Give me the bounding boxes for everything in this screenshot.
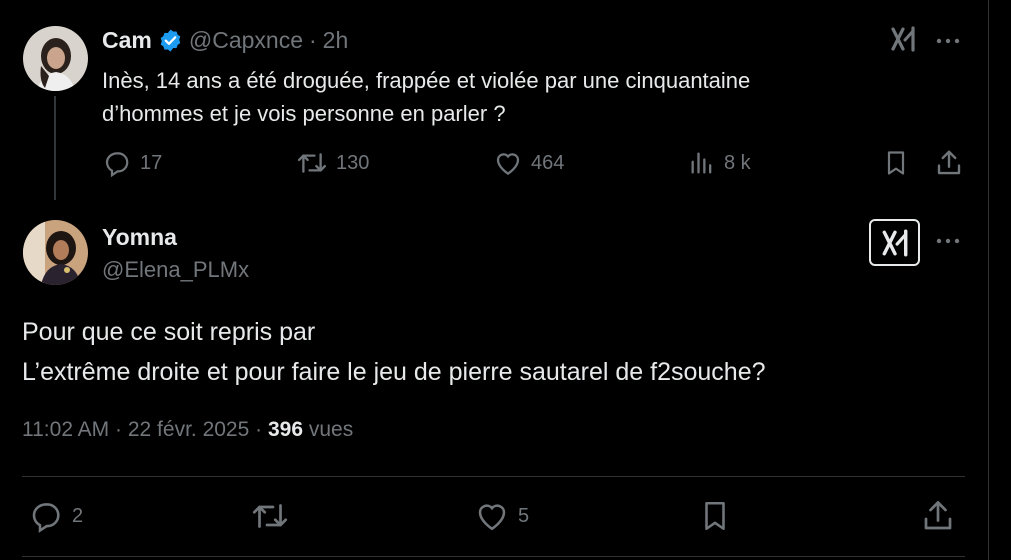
- reply-tweet-text: Pour que ce soit repris par L’extrême dr…: [22, 312, 962, 392]
- grok-icon[interactable]: [886, 24, 920, 54]
- date[interactable]: 22 févr. 2025: [128, 418, 249, 441]
- reply-button[interactable]: 2: [28, 498, 83, 534]
- more-icon[interactable]: [934, 229, 962, 257]
- views-count: 396: [267, 418, 304, 441]
- timestamp[interactable]: 2h: [323, 27, 349, 54]
- tweet-text-line: L’extrême droite et pour faire le jeu de…: [22, 358, 766, 386]
- divider: [22, 476, 965, 477]
- separator: ·: [308, 27, 317, 53]
- tweet-text-line: d’hommes et je vois personne en parler ?: [102, 101, 506, 126]
- parent-top-actions: [886, 24, 920, 54]
- more-icon[interactable]: [934, 29, 962, 57]
- like-count: 5: [518, 504, 530, 527]
- share-button[interactable]: [934, 148, 964, 178]
- reply-icon: [105, 152, 129, 178]
- tweet-meta: 11:02 AM · 22 févr. 2025 · 396 vues: [22, 418, 353, 442]
- views-icon: [691, 152, 712, 174]
- tweet-text-line: Pour que ce soit repris par: [22, 318, 316, 346]
- grok-icon[interactable]: [869, 219, 920, 266]
- bookmark-icon: [887, 151, 905, 175]
- handle[interactable]: @Elena_PLMx: [102, 257, 249, 283]
- display-name[interactable]: Cam: [102, 27, 152, 54]
- avatar-cam[interactable]: [23, 26, 88, 91]
- like-icon: [496, 153, 520, 175]
- reply-count: 17: [140, 151, 163, 174]
- repost-button[interactable]: 130: [296, 148, 369, 178]
- repost-icon: [252, 504, 288, 528]
- divider: [22, 556, 965, 557]
- views-label: vues: [308, 418, 354, 441]
- column-border: [988, 0, 989, 560]
- tweet-thread: Cam @Capxnce · 2h Inès, 14 ans a été dro…: [0, 0, 1011, 560]
- bookmark-button[interactable]: [882, 148, 910, 178]
- tweet-text-line: Inès, 14 ans a été droguée, frappée et v…: [102, 68, 751, 93]
- like-icon: [478, 504, 506, 531]
- reply-icon: [32, 503, 60, 533]
- bookmark-button[interactable]: [698, 498, 732, 534]
- like-count: 464: [531, 151, 565, 174]
- bookmark-icon: [705, 501, 725, 531]
- separator: ·: [255, 418, 263, 441]
- parent-tweet-text: Inès, 14 ans a été droguée, frappée et v…: [102, 64, 902, 130]
- avatar-yomna[interactable]: [23, 220, 88, 285]
- separator: ·: [115, 418, 123, 441]
- repost-button[interactable]: [250, 498, 290, 534]
- like-button[interactable]: 5: [474, 498, 529, 534]
- parent-tweet-header: Cam @Capxnce · 2h: [102, 27, 348, 54]
- reply-count: 2: [72, 504, 84, 527]
- views-count: 8 k: [724, 151, 751, 174]
- share-icon: [937, 150, 961, 175]
- display-name[interactable]: Yomna: [102, 224, 177, 251]
- repost-count: 130: [336, 151, 370, 174]
- verified-badge-icon: [158, 28, 183, 53]
- share-button[interactable]: [920, 498, 956, 534]
- share-icon: [924, 501, 952, 530]
- views-button[interactable]: 8 k: [688, 148, 751, 178]
- parent-action-bar: 17 130 464 8 k: [100, 148, 970, 182]
- like-button[interactable]: 464: [493, 148, 564, 178]
- reply-button[interactable]: 17: [102, 148, 162, 178]
- timestamp[interactable]: 11:02 AM: [22, 418, 109, 441]
- repost-icon: [297, 153, 327, 173]
- handle[interactable]: @Capxnce: [189, 27, 303, 54]
- thread-connector-line: [54, 96, 56, 200]
